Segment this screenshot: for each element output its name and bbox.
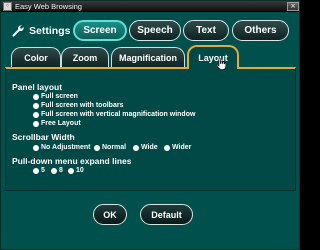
category-screen[interactable]: Screen — [73, 20, 127, 41]
option-label: Normal — [102, 144, 127, 151]
radio-button[interactable] — [68, 167, 74, 174]
window-title: Easy Web Browsing — [15, 2, 82, 11]
radio-button[interactable] — [51, 167, 57, 174]
option-label: 5 — [41, 167, 45, 174]
radio-button[interactable] — [164, 144, 170, 151]
option-label: 8 — [59, 167, 63, 174]
app-icon: ◦ — [3, 2, 12, 11]
title-bar[interactable]: ◦ Easy Web Browsing × — [1, 1, 299, 12]
option-full-screen-vertical-magnification[interactable]: Full screen with vertical magnification … — [33, 111, 195, 118]
layout-panel: Panel layout Full screen Full screen wit… — [5, 67, 296, 191]
radio-button[interactable] — [33, 93, 39, 100]
option-label: Free Layout — [41, 120, 81, 127]
option-full-screen[interactable]: Full screen — [33, 93, 78, 100]
hand-cursor-icon — [216, 58, 226, 70]
option-lines-5[interactable]: 5 — [33, 167, 45, 174]
default-button[interactable]: Default — [140, 204, 193, 225]
category-text[interactable]: Text — [183, 20, 229, 41]
option-lines-10[interactable]: 10 — [68, 167, 84, 174]
pulldown-lines-label: Pull-down menu expand lines — [12, 156, 132, 166]
option-label: Wider — [172, 144, 192, 151]
option-label: Wide — [141, 144, 158, 151]
option-full-screen-toolbars[interactable]: Full screen with toolbars — [33, 102, 123, 109]
option-no-adjustment[interactable]: No Adjustment — [33, 144, 91, 151]
category-speech[interactable]: Speech — [129, 20, 181, 41]
settings-heading: Settings — [11, 22, 70, 40]
wrench-icon — [12, 25, 24, 37]
option-free-layout[interactable]: Free Layout — [33, 120, 81, 127]
radio-button[interactable] — [33, 111, 39, 118]
option-normal[interactable]: Normal — [94, 144, 126, 151]
radio-button[interactable] — [33, 167, 39, 174]
settings-label: Settings — [29, 25, 71, 37]
tab-layout[interactable]: Layout — [187, 45, 239, 69]
panel-layout-label: Panel layout — [12, 82, 63, 92]
category-others[interactable]: Others — [232, 20, 289, 41]
radio-button[interactable] — [33, 144, 39, 151]
app-window: ◦ Easy Web Browsing × Settings Screen Sp… — [0, 0, 300, 250]
tab-color[interactable]: Color — [11, 47, 61, 67]
radio-button[interactable] — [33, 102, 39, 109]
option-wider[interactable]: Wider — [164, 144, 191, 151]
option-label: Full screen with toolbars — [41, 102, 124, 109]
tab-zoom[interactable]: Zoom — [61, 47, 109, 67]
radio-button[interactable] — [133, 144, 139, 151]
ok-button[interactable]: OK — [93, 204, 127, 225]
tab-magnification[interactable]: Magnification — [111, 47, 185, 67]
scrollbar-width-label: Scrollbar Width — [12, 132, 75, 142]
option-label: No Adjustment — [41, 144, 91, 151]
radio-button[interactable] — [33, 120, 39, 127]
option-label: Full screen — [41, 93, 78, 100]
option-label: 10 — [76, 167, 84, 174]
option-label: Full screen with vertical magnification … — [41, 111, 196, 118]
radio-button[interactable] — [94, 144, 100, 151]
option-wide[interactable]: Wide — [133, 144, 158, 151]
close-button[interactable]: × — [287, 2, 299, 11]
option-lines-8[interactable]: 8 — [51, 167, 63, 174]
